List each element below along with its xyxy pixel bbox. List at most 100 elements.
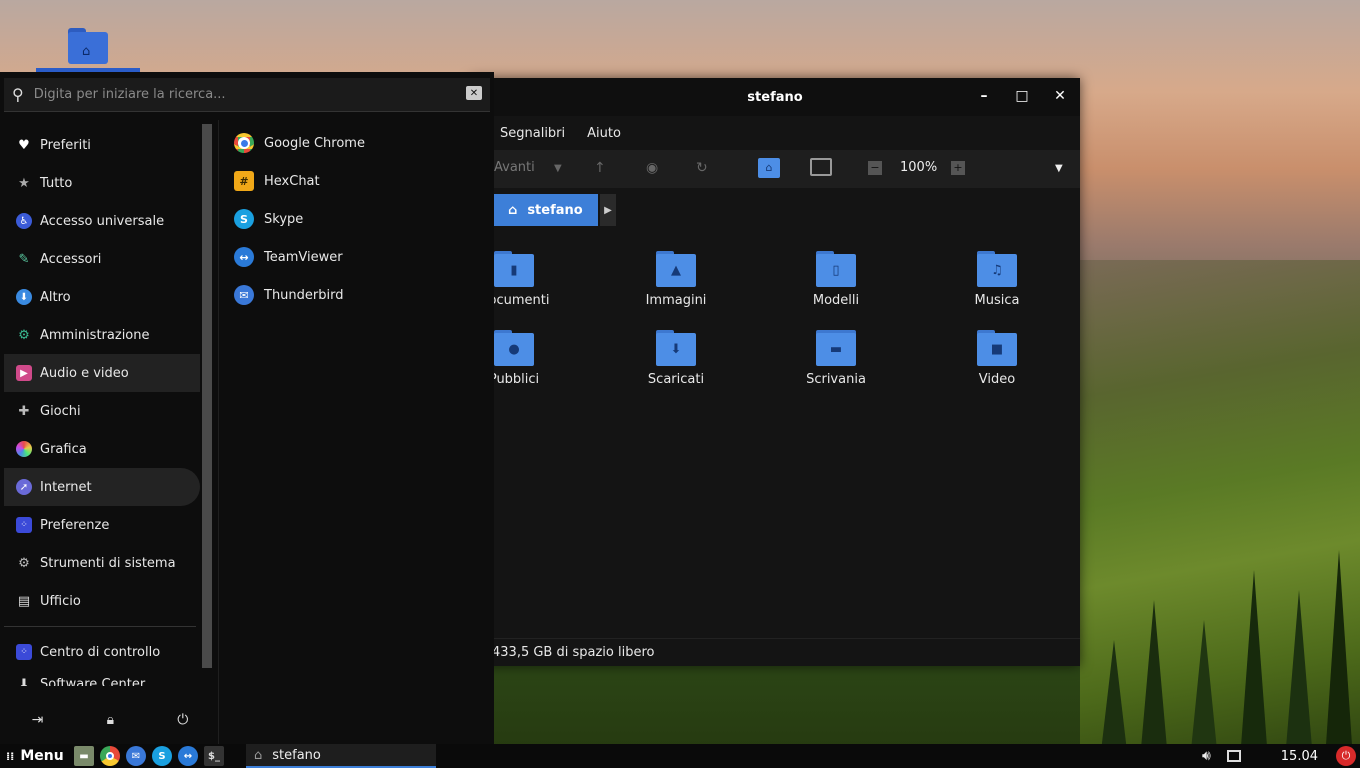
- zoom-in-icon[interactable]: +: [951, 161, 965, 175]
- category-scrollbar[interactable]: [202, 124, 212, 668]
- status-bar: 433,5 GB di spazio libero: [470, 638, 1080, 666]
- document-icon: ▮: [510, 263, 518, 278]
- multimedia-icon: ▶: [16, 365, 32, 381]
- clock[interactable]: 15.04: [1281, 749, 1318, 764]
- category-audio-e-video[interactable]: ▶ Audio e video: [4, 354, 200, 392]
- terminal-launcher-icon[interactable]: $_: [204, 746, 224, 766]
- user-icon: ●: [508, 342, 520, 357]
- category-preferenze[interactable]: ⁘ Preferenze: [4, 506, 200, 544]
- computer-icon[interactable]: [810, 158, 832, 176]
- preferences-icon: ⁘: [16, 517, 32, 533]
- skype-icon: S: [234, 209, 254, 229]
- download-icon: ⬇: [670, 342, 682, 357]
- menu-button-label: Menu: [20, 748, 64, 764]
- thunderbird-launcher-icon[interactable]: ✉: [126, 746, 146, 766]
- view-options-icon[interactable]: ▼: [1055, 163, 1063, 174]
- heart-icon: ♥: [18, 137, 30, 153]
- menubar: Segnalibri Aiuto: [470, 116, 1080, 150]
- template-icon: ▯: [832, 263, 840, 278]
- menu-segnalibri[interactable]: Segnalibri: [500, 126, 565, 141]
- skype-launcher-icon[interactable]: S: [152, 746, 172, 766]
- folder-item[interactable]: ▬ Scrivania: [776, 330, 896, 387]
- office-icon: ▤: [17, 593, 31, 609]
- zoom-level: 100%: [900, 160, 938, 175]
- stop-icon[interactable]: ◉: [646, 160, 658, 176]
- app-item-teamviewer[interactable]: ↔ TeamViewer: [224, 238, 484, 276]
- hexchat-icon: #: [234, 171, 254, 191]
- clear-search-icon[interactable]: ✕: [466, 86, 482, 100]
- window-titlebar[interactable]: stefano – □ ✕: [470, 78, 1080, 116]
- folder-item[interactable]: ▲ Immagini: [616, 251, 736, 308]
- taskbar-window-stefano[interactable]: ⌂ stefano: [246, 744, 436, 768]
- maximize-button[interactable]: □: [1012, 88, 1032, 104]
- teamviewer-launcher-icon[interactable]: ↔: [178, 746, 198, 766]
- search-input[interactable]: [33, 87, 434, 102]
- window-title: stefano: [747, 89, 803, 105]
- session-buttons: ⇥ 🔒︎ ⏻: [0, 696, 220, 744]
- folder-item[interactable]: ♫ Musica: [937, 251, 1057, 308]
- category-ufficio[interactable]: ▤ Ufficio: [4, 582, 200, 620]
- category-separator: [4, 626, 196, 627]
- reload-icon[interactable]: ↻: [696, 160, 708, 176]
- folder-item[interactable]: ▯ Modelli: [776, 251, 896, 308]
- folder-item[interactable]: ⬇ Scaricati: [616, 330, 736, 387]
- forward-button[interactable]: Avanti: [494, 160, 535, 175]
- control-center-icon: ⁘: [16, 644, 32, 660]
- app-item-hexchat[interactable]: # HexChat: [224, 162, 484, 200]
- notifications-icon[interactable]: [1226, 750, 1241, 762]
- lock-icon[interactable]: 🔒︎: [107, 712, 114, 728]
- thunderbird-icon: ✉: [234, 285, 254, 305]
- show-desktop-icon[interactable]: ▬: [74, 746, 94, 766]
- folder-grid: ▮ Documenti ▲ Immagini ▯ Modelli ♫ Musica ● P…: [470, 233, 1080, 633]
- taskbar-window-label: stefano: [272, 747, 321, 763]
- video-icon: ■: [990, 342, 1004, 357]
- folder-label: Immagini: [645, 293, 707, 308]
- software-center-item[interactable]: ⬇ Software Center: [4, 665, 200, 687]
- app-item-thunderbird[interactable]: ✉ Thunderbird: [224, 276, 484, 314]
- category-altro[interactable]: ⬇ Altro: [4, 278, 200, 316]
- free-space-status: 433,5 GB di spazio libero: [492, 645, 655, 660]
- category-amministrazione[interactable]: ⚙ Amministrazione: [4, 316, 200, 354]
- power-icon[interactable]: ⏻: [177, 712, 188, 728]
- zoom-out-icon[interactable]: −: [868, 161, 882, 175]
- logout-icon[interactable]: ⇥: [32, 712, 44, 728]
- category-internet[interactable]: ➚ Internet: [4, 468, 200, 506]
- desktop-icon: ▬: [829, 342, 843, 357]
- app-item-skype[interactable]: S Skype: [224, 200, 484, 238]
- category-giochi[interactable]: ✚ Giochi: [4, 392, 200, 430]
- menu-button[interactable]: ⁞⁞ Menu: [0, 744, 68, 768]
- category-preferiti[interactable]: ♥ Preferiti: [4, 126, 200, 164]
- close-button[interactable]: ✕: [1050, 88, 1070, 104]
- up-arrow-icon[interactable]: ↑: [594, 160, 606, 176]
- folder-item[interactable]: ■ Video: [937, 330, 1057, 387]
- category-grafica[interactable]: Grafica: [4, 430, 200, 468]
- category-tutto[interactable]: ★ Tutto: [4, 164, 200, 202]
- chrome-launcher-icon[interactable]: [100, 746, 120, 766]
- breadcrumb-label: stefano: [527, 202, 583, 218]
- home-icon: ⌂: [508, 202, 518, 218]
- shutdown-icon[interactable]: ⏻: [1336, 746, 1356, 766]
- app-item-google-chrome[interactable]: Google Chrome: [224, 124, 484, 162]
- category-accesso-universale[interactable]: ♿ Accesso universale: [4, 202, 200, 240]
- menu-aiuto[interactable]: Aiuto: [587, 126, 621, 141]
- breadcrumb-home[interactable]: ⌂ stefano: [494, 194, 598, 226]
- folder-label: Video: [978, 372, 1016, 387]
- toolbar: Avanti ▼ ↑ ◉ ↻ ⌂ − 100% + ▼: [470, 150, 1080, 188]
- home-toolbar-icon[interactable]: ⌂: [758, 158, 780, 178]
- wallpaper-hillside: [1080, 260, 1360, 760]
- breadcrumb-arrow-icon[interactable]: ▶: [600, 194, 616, 226]
- category-strumenti-di-sistema[interactable]: ⚙ Strumenti di sistema: [4, 544, 200, 582]
- history-dropdown-icon[interactable]: ▼: [554, 163, 562, 174]
- teamviewer-icon: ↔: [234, 247, 254, 267]
- minimize-button[interactable]: –: [974, 88, 994, 104]
- volume-icon[interactable]: 🔊︎: [1202, 748, 1211, 764]
- system-tools-icon: ⚙: [18, 555, 30, 571]
- category-list: ♥ Preferiti ★ Tutto ♿ Accesso universale ✎ A…: [4, 126, 200, 686]
- file-manager-window: stefano – □ ✕ Segnalibri Aiuto Avanti ▼ …: [470, 78, 1080, 666]
- home-folder-desktop-icon[interactable]: ⌂: [68, 28, 108, 64]
- category-accessori[interactable]: ✎ Accessori: [4, 240, 200, 278]
- folder-label: Musica: [974, 293, 1020, 308]
- search-box: ⚲ ✕: [4, 78, 490, 112]
- internet-icon: ➚: [16, 479, 32, 495]
- gamepad-icon: ✚: [18, 403, 30, 419]
